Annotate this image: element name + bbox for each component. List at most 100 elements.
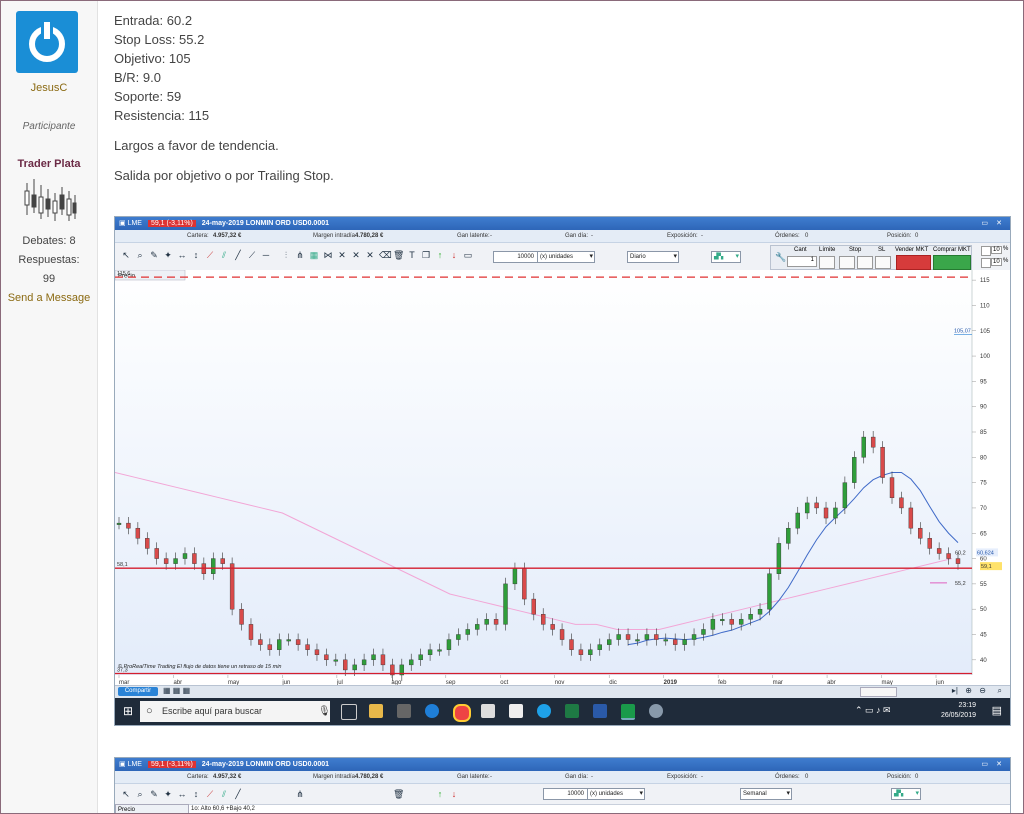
candle-body xyxy=(475,624,480,630)
indicator-icons[interactable]: ▦ ▦ ▦ xyxy=(163,686,190,695)
limite-button[interactable] xyxy=(819,256,835,269)
period-select[interactable]: Diario xyxy=(627,251,679,263)
prorealtime-icon[interactable] xyxy=(621,704,635,720)
store-icon[interactable] xyxy=(481,704,495,718)
skype-icon[interactable] xyxy=(537,704,551,718)
account-bar-2: Cartera: 4.957,32 € Margen intradía 4.78… xyxy=(115,771,1010,784)
chart-type-select[interactable]: ▟▚ xyxy=(711,251,741,263)
eraser-icon[interactable]: ⌫ xyxy=(379,250,392,260)
buy-market-button[interactable] xyxy=(933,255,971,270)
zoom-icon-2[interactable]: ⌕ xyxy=(135,789,145,799)
cursor-icon[interactable]: ↖ xyxy=(121,250,131,260)
ordenes-value-2: 0 xyxy=(805,774,809,780)
cross2-icon[interactable]: ✕ xyxy=(351,250,361,260)
folder-icon[interactable] xyxy=(369,704,383,718)
fib-icon[interactable]: ⫶ xyxy=(281,250,291,260)
close-icon-2[interactable]: ✕ xyxy=(996,758,1002,771)
arrow-down-icon-2[interactable]: ↓ xyxy=(449,789,459,799)
line-icon[interactable]: ╱ xyxy=(233,250,243,260)
calculator-icon[interactable] xyxy=(397,704,411,718)
arrow-down-icon[interactable]: ↓ xyxy=(449,250,459,260)
copy-icon[interactable]: ❐ xyxy=(421,250,431,260)
sl-button[interactable] xyxy=(875,256,891,269)
excel-icon[interactable] xyxy=(565,704,579,718)
trash-icon-2[interactable]: 🗑 xyxy=(393,789,404,799)
arrow-up-icon-2[interactable]: ↑ xyxy=(435,789,445,799)
trend-icon[interactable]: ⟋ xyxy=(205,250,215,260)
pitchfork-icon[interactable]: ⋈ xyxy=(323,250,333,260)
vline-icon-2[interactable]: ↕ xyxy=(191,789,201,799)
fan-icon[interactable]: ⋔ xyxy=(295,250,305,260)
trash-icon[interactable]: 🗑 xyxy=(393,250,404,260)
system-tray-icons[interactable]: ⌃ ▭ ♪ ✉ xyxy=(855,705,891,716)
stop-buy-button[interactable] xyxy=(857,256,873,269)
taskbar-clock[interactable]: 23:19 26/05/2019 xyxy=(941,701,976,721)
windows-start-icon[interactable]: ⊞ xyxy=(123,704,133,718)
arrow-up-icon[interactable]: ↑ xyxy=(435,250,445,260)
pct-input-2[interactable]: 10 xyxy=(991,258,1002,266)
star-icon-2[interactable]: ✦ xyxy=(163,789,173,799)
notification-icon[interactable]: ▤ xyxy=(992,704,1002,717)
pencil-icon-2[interactable]: ✎ xyxy=(149,789,159,799)
cursor-icon-2[interactable]: ↖ xyxy=(121,789,131,799)
microphone-icon[interactable]: 🎙 xyxy=(318,701,331,722)
segment-icon[interactable]: ─ xyxy=(261,250,271,260)
line-icon-2[interactable]: ╱ xyxy=(233,789,243,799)
stop-label: Stop xyxy=(849,247,862,253)
channel-icon-2[interactable]: ⫽ xyxy=(219,789,229,799)
trend-icon-2[interactable]: ⟋ xyxy=(205,789,215,799)
word-icon[interactable] xyxy=(593,704,607,718)
quantity-input[interactable]: 10000 xyxy=(493,251,543,263)
avatar[interactable] xyxy=(16,11,78,73)
sell-market-button[interactable] xyxy=(896,255,931,270)
comprar-label: Comprar MKT xyxy=(933,247,971,253)
zoom-reset-icon[interactable]: ⌕ xyxy=(998,686,1002,696)
hline-icon[interactable]: ↔ xyxy=(177,250,187,260)
scroll-thumb[interactable] xyxy=(860,687,897,697)
author-name[interactable]: JesusC xyxy=(1,82,97,94)
zoom-in-icon[interactable]: ⊕ xyxy=(965,686,972,695)
star-icon[interactable]: ✦ xyxy=(163,250,173,260)
zoom-icon[interactable]: ⌕ xyxy=(135,250,145,260)
mail-icon[interactable] xyxy=(509,704,523,718)
scroll-end-icon[interactable]: ▸| xyxy=(952,686,958,695)
units-select[interactable]: (x) unidades xyxy=(537,251,595,263)
taskbar-search[interactable]: ○ Escribe aquí para buscar 🎙 xyxy=(140,701,331,722)
maximize-icon[interactable]: ▭ xyxy=(981,217,988,230)
hline-icon-2[interactable]: ↔ xyxy=(177,789,187,799)
cross3-icon[interactable]: ✕ xyxy=(365,250,375,260)
zoom-out-icon[interactable]: ⊖ xyxy=(979,686,986,695)
stop-sell-button[interactable] xyxy=(839,256,855,269)
chrome-icon[interactable] xyxy=(453,704,471,722)
wrench-icon[interactable]: 🔧 xyxy=(775,252,786,263)
price-chart[interactable]: Precio 404550556065707580859095100105110… xyxy=(115,270,1010,685)
text-icon[interactable]: T xyxy=(407,250,417,260)
cant-input[interactable]: 1 xyxy=(787,256,817,267)
maximize-icon-2[interactable]: ▭ xyxy=(981,758,988,771)
pct-input-1[interactable]: 10 xyxy=(991,246,1002,254)
app-icon[interactable] xyxy=(649,704,663,718)
grid-icon[interactable]: ▦ xyxy=(309,250,319,260)
pencil-icon[interactable]: ✎ xyxy=(149,250,159,260)
close-icon[interactable]: ✕ xyxy=(996,217,1002,230)
chart-bottom-bar: Compartir ▦ ▦ ▦ ▸| ⊕ ⊖ ⌕ xyxy=(115,685,1010,698)
cartera-label-2: Cartera: xyxy=(187,774,209,780)
checkbox-2[interactable] xyxy=(981,258,991,268)
share-button[interactable]: Compartir xyxy=(118,687,158,696)
candle-body xyxy=(220,558,225,564)
chart-type-select-2[interactable]: ▟▚ xyxy=(891,788,921,800)
candle-body xyxy=(927,538,932,549)
cross-icon[interactable]: ✕ xyxy=(337,250,347,260)
quantity-input-2[interactable]: 10000 xyxy=(543,788,593,800)
rectangle-icon[interactable]: ▭ xyxy=(463,250,473,260)
units-select-2[interactable]: (x) unidades xyxy=(587,788,645,800)
channel-icon[interactable]: ⫽ xyxy=(219,250,229,260)
period-select-2[interactable]: Semanal xyxy=(740,788,792,800)
checkbox-1[interactable] xyxy=(981,246,991,256)
fan-icon-2[interactable]: ⋔ xyxy=(295,789,305,799)
task-view-icon[interactable] xyxy=(341,704,357,720)
edge-icon[interactable] xyxy=(425,704,439,718)
ray-icon[interactable]: ⟋ xyxy=(247,250,257,260)
send-message-link[interactable]: Send a Message xyxy=(1,292,97,304)
vline-icon[interactable]: ↕ xyxy=(191,250,201,260)
